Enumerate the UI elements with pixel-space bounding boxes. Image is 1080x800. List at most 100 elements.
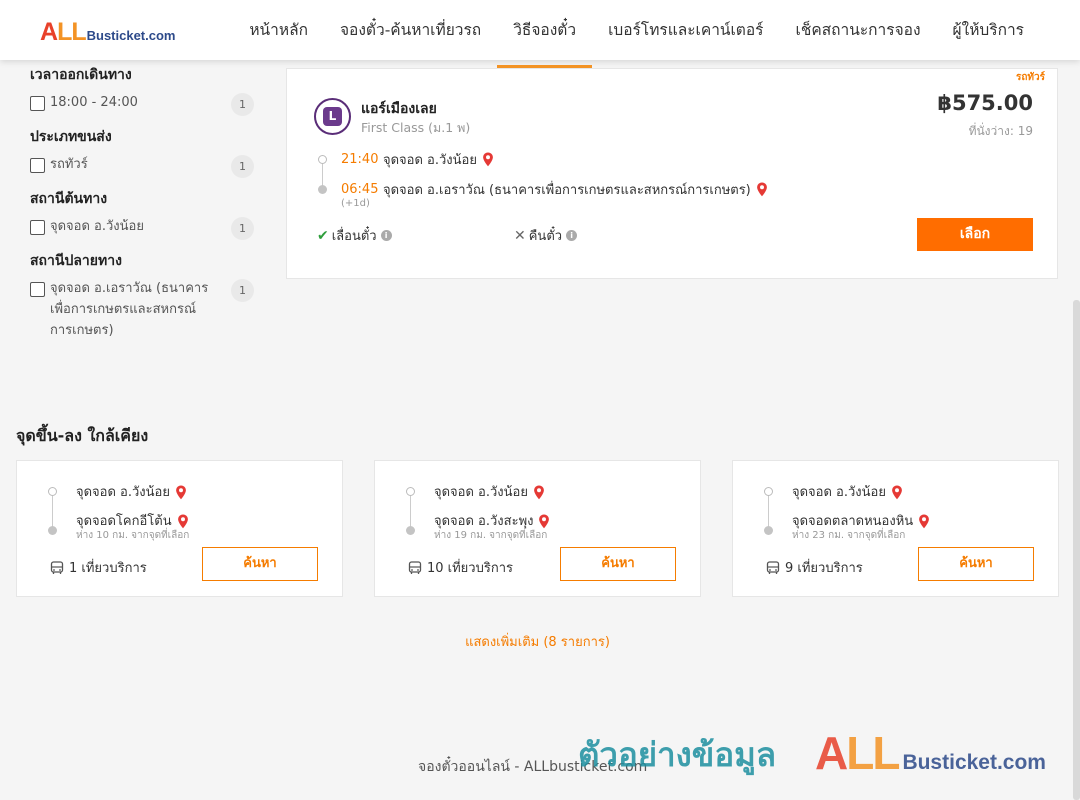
refund-policy: ✕ คืนตั๋ว i [514, 225, 578, 246]
arrival-stop: 06:45 จุดจอด อ.เอราวัณ (ธนาคารเพื่อการเก… [341, 179, 768, 200]
departure-time: 21:40 [341, 152, 379, 167]
origin-dot-icon [318, 155, 327, 164]
filter-checkbox[interactable] [30, 282, 45, 297]
nearby-from-label: จุดจอด อ.วังน้อย [76, 485, 170, 500]
nearby-to-label: จุดจอดตลาดหนองหิน [792, 514, 914, 529]
logo-a: A [40, 18, 58, 46]
filter-sidebar: เวลาออกเดินทาง 18:00 - 24:00 1 ประเภทขนส… [30, 64, 255, 354]
operator-logo: L [314, 98, 351, 135]
ticket-price: ฿575.00 [937, 91, 1033, 115]
destination-dot-icon [764, 526, 773, 535]
filter-checkbox[interactable] [30, 158, 45, 173]
count-badge: 1 [231, 155, 254, 178]
nav-book-search[interactable]: จองตั๋ว-ค้นหาเที่ยวรถ [324, 0, 497, 60]
map-pin-icon[interactable] [918, 514, 930, 529]
next-day-indicator: (+1d) [341, 198, 370, 209]
nav-how-to-book[interactable]: วิธีจองตั๋ว [497, 0, 593, 68]
nearby-from: จุดจอด อ.วังน้อย [792, 481, 903, 502]
count-badge: 1 [231, 217, 254, 240]
trips-count: 9 เที่ยวบริการ [785, 561, 863, 576]
bus-icon [408, 560, 422, 574]
nearby-search-button[interactable]: ค้นหา [918, 547, 1034, 581]
logo-ll: LL [57, 18, 87, 46]
top-header: ALL Busticket.com หน้าหลัก จองตั๋ว-ค้นหาเ… [0, 0, 1080, 68]
nearby-from: จุดจอด อ.วังน้อย [434, 481, 545, 502]
filter-departure-time: เวลาออกเดินทาง 18:00 - 24:00 1 [30, 64, 255, 116]
filter-option[interactable]: 18:00 - 24:00 1 [30, 93, 255, 116]
filter-option-label: 18:00 - 24:00 [50, 95, 138, 110]
filter-option[interactable]: รถทัวร์ 1 [30, 155, 255, 178]
count-badge: 1 [231, 279, 254, 302]
departure-stop: 21:40 จุดจอด อ.วังน้อย [341, 149, 494, 170]
filter-option[interactable]: จุดจอด อ.เอราวัณ (ธนาคารเพื่อการเกษตรและ… [30, 279, 255, 341]
destination-dot-icon [406, 526, 415, 535]
map-pin-icon[interactable] [175, 485, 187, 500]
nav-check-status[interactable]: เช็คสถานะการจอง [780, 0, 937, 60]
nearby-card: จุดจอด อ.วังน้อย จุดจอดโคกอีโต้น ห่าง 10… [16, 460, 343, 597]
page-scrollbar[interactable] [1073, 300, 1080, 800]
nav-providers[interactable]: ผู้ให้บริการ [937, 0, 1040, 60]
route-line [52, 494, 53, 530]
map-pin-icon[interactable] [482, 152, 494, 167]
filter-origin-station: สถานีต้นทาง จุดจอด อ.วังน้อย 1 [30, 188, 255, 240]
arrival-time: 06:45 [341, 182, 379, 197]
seats-available: ที่นั่งว่าง: 19 [968, 124, 1033, 138]
wm-logo-ll: LL [846, 727, 900, 779]
watermark-logo: ALL Busticket.com [815, 726, 1046, 780]
nearby-distance: ห่าง 10 กม. จากจุดที่เลือก [76, 530, 190, 541]
route-line [768, 494, 769, 530]
nearby-to-label: จุดจอดโคกอีโต้น [76, 514, 172, 529]
filter-option-label: รถทัวร์ [50, 157, 88, 172]
trip-result-card: รถทัวร์ L แอร์เมืองเลย First Class (ม.1 … [286, 68, 1058, 279]
nearby-trips: 1 เที่ยวบริการ [50, 557, 147, 578]
route-line [410, 494, 411, 530]
info-icon[interactable]: i [566, 230, 578, 241]
operator-name: แอร์เมืองเลย [361, 101, 437, 117]
bus-icon [766, 560, 780, 574]
transport-type-ribbon: รถทัวร์ [1015, 72, 1045, 82]
filter-transport-type: ประเภทขนส่ง รถทัวร์ 1 [30, 126, 255, 178]
bus-class: First Class (ม.1 พ) [361, 120, 471, 135]
destination-dot-icon [48, 526, 57, 535]
bus-icon [50, 560, 64, 574]
refund-label: คืนตั๋ว [528, 229, 563, 244]
nearby-to-label: จุดจอด อ.วังสะพุง [434, 514, 534, 529]
map-pin-icon[interactable] [891, 485, 903, 500]
map-pin-icon[interactable] [177, 514, 189, 529]
select-trip-button[interactable]: เลือก [917, 218, 1033, 251]
filter-title: เวลาออกเดินทาง [30, 67, 132, 83]
filter-checkbox[interactable] [30, 96, 45, 111]
nav-phone-counter[interactable]: เบอร์โทรและเคาน์เตอร์ [592, 0, 779, 60]
nearby-from: จุดจอด อ.วังน้อย [76, 481, 187, 502]
show-more-link[interactable]: แสดงเพิ่มเติม (8 รายการ) [0, 631, 1075, 652]
origin-dot-icon [406, 487, 415, 496]
nearby-trips: 10 เที่ยวบริการ [408, 557, 513, 578]
logo-text: Busticket.com [86, 28, 176, 43]
map-pin-icon[interactable] [533, 485, 545, 500]
filter-option-label: จุดจอด อ.เอราวัณ (ธนาคารเพื่อการเกษตรและ… [50, 281, 209, 338]
nearby-search-button[interactable]: ค้นหา [560, 547, 676, 581]
filter-title: สถานีปลายทาง [30, 253, 122, 269]
filter-option-label: จุดจอด อ.วังน้อย [50, 219, 144, 234]
nearby-from-label: จุดจอด อ.วังน้อย [792, 485, 886, 500]
nearby-trips: 9 เที่ยวบริการ [766, 557, 863, 578]
origin-dot-icon [48, 487, 57, 496]
origin-dot-icon [764, 487, 773, 496]
reschedule-policy: ✔ เลื่อนตั๋ว i [317, 225, 392, 246]
sample-watermark: ตัวอย่างข้อมูล [578, 735, 777, 774]
arrival-place: จุดจอด อ.เอราวัณ (ธนาคารเพื่อการเกษตรและ… [383, 183, 751, 198]
nearby-stops-title: จุดขึ้น-ลง ใกล้เคียง [16, 426, 149, 445]
departure-place: จุดจอด อ.วังน้อย [383, 153, 477, 168]
cross-icon: ✕ [514, 227, 526, 244]
destination-dot-icon [318, 185, 327, 194]
nav-home[interactable]: หน้าหลัก [233, 0, 324, 60]
nearby-card: จุดจอด อ.วังน้อย จุดจอด อ.วังสะพุง ห่าง … [374, 460, 701, 597]
info-icon[interactable]: i [380, 230, 392, 241]
site-logo[interactable]: ALL Busticket.com [40, 18, 175, 47]
map-pin-icon[interactable] [538, 514, 550, 529]
filter-title: ประเภทขนส่ง [30, 129, 112, 145]
filter-checkbox[interactable] [30, 220, 45, 235]
map-pin-icon[interactable] [756, 182, 768, 197]
filter-option[interactable]: จุดจอด อ.วังน้อย 1 [30, 217, 255, 240]
nearby-search-button[interactable]: ค้นหา [202, 547, 318, 581]
